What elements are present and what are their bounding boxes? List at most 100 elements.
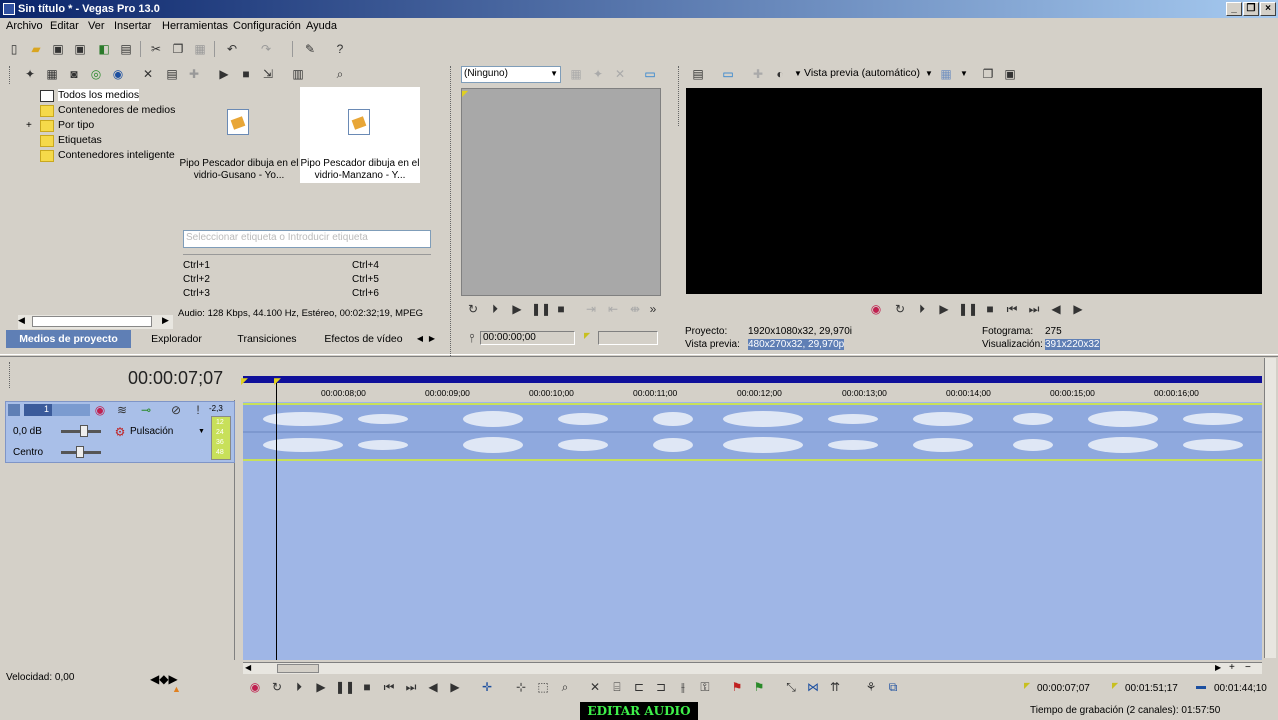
prev-frame-icon[interactable]: ◀ — [425, 679, 441, 695]
tag-input[interactable]: Seleccionar etiqueta o Introducir etique… — [183, 230, 431, 248]
pause-icon[interactable]: ❚❚ — [958, 301, 978, 317]
scroll-right-icon[interactable]: ▶ — [1215, 663, 1221, 672]
scroll-thumb[interactable] — [32, 316, 152, 327]
add-to-timeline-icon[interactable]: ⇥ — [583, 301, 599, 317]
selection-end-time[interactable]: 00:01:51;17 — [1125, 683, 1178, 694]
undo-icon[interactable]: ↶ — [224, 41, 240, 57]
video-preview[interactable] — [686, 88, 1262, 294]
chevron-down-icon[interactable]: ▼ — [960, 69, 968, 78]
pause-icon[interactable]: ❚❚ — [531, 301, 551, 317]
pause-icon[interactable]: ❚❚ — [335, 679, 355, 695]
tree-hscroll[interactable]: ◀ ▶ — [18, 315, 173, 329]
chevron-down-icon[interactable]: ▼ — [794, 69, 802, 78]
stop-icon[interactable]: ■ — [982, 301, 998, 317]
tree-smart-bins[interactable]: Contenedores inteligente — [58, 149, 175, 161]
stop-icon[interactable]: ■ — [359, 679, 375, 695]
normal-edit-tool-icon[interactable]: ✛ — [479, 679, 495, 695]
overlays-icon[interactable]: ▦ — [938, 66, 954, 82]
go-to-start-icon[interactable]: ⏮ — [1004, 301, 1020, 317]
expand-icon[interactable]: + — [26, 120, 32, 131]
cut-icon[interactable]: ✂ — [148, 41, 164, 57]
tab-transitions[interactable]: Transiciones — [222, 330, 312, 348]
collapse-icon[interactable] — [8, 404, 20, 416]
menu-ver[interactable]: Ver — [88, 20, 105, 32]
menu-insertar[interactable]: Insertar — [114, 20, 151, 32]
import-media-icon[interactable]: ▦ — [44, 66, 60, 82]
copy-icon[interactable]: ❐ — [170, 41, 186, 57]
timeline-timecode[interactable]: 00:00:07;07 — [128, 368, 223, 389]
media-properties-icon[interactable]: ▤ — [164, 66, 180, 82]
magic-wand-icon[interactable]: ✦ — [22, 66, 38, 82]
stop-media-icon[interactable]: ■ — [238, 66, 254, 82]
next-frame-icon[interactable]: ▶ — [447, 679, 463, 695]
save-as-icon[interactable]: ▣ — [72, 41, 88, 57]
pan-slider-thumb[interactable] — [76, 446, 84, 458]
mute-icon[interactable]: ⊘ — [168, 402, 184, 418]
brush-icon[interactable]: ✎ — [302, 41, 318, 57]
go-to-end-icon[interactable]: ⏭ — [1026, 301, 1042, 317]
fx-bypass-icon[interactable]: ✚ — [750, 66, 766, 82]
tree-tags[interactable]: Etiquetas — [58, 134, 102, 146]
chevron-down-icon[interactable]: ▼ — [198, 428, 205, 435]
split-screen-icon[interactable]: ◐ — [772, 66, 788, 82]
external-monitor-icon[interactable]: ▭ — [720, 66, 736, 82]
open-folder-icon[interactable]: ▰ — [28, 41, 44, 57]
solo-icon[interactable]: ! — [190, 402, 206, 418]
timeline-vscroll[interactable] — [1264, 358, 1276, 658]
trim-start-icon[interactable]: ⊏ — [631, 679, 647, 695]
trimmer-timecode[interactable]: 00:00:00;00 — [480, 331, 575, 345]
velocity-marker-icon[interactable]: ▲ — [172, 684, 181, 694]
tab-scroll-right-icon[interactable]: ▶ — [426, 330, 438, 348]
views-icon[interactable]: ▥ — [290, 66, 306, 82]
paste-icon[interactable]: ▦ — [192, 41, 208, 57]
media-grip[interactable] — [9, 66, 12, 84]
selection-length-time[interactable]: 00:01:44;10 — [1214, 683, 1267, 694]
play-icon[interactable]: ▶ — [509, 301, 525, 317]
trimmer-monitor-icon[interactable]: ▭ — [642, 66, 658, 82]
fit-icon[interactable]: ⇼ — [627, 301, 643, 317]
automation-icon[interactable]: ⊸ — [138, 402, 154, 418]
search-media-icon[interactable]: ◉ — [110, 66, 126, 82]
tab-explorer[interactable]: Explorador — [134, 330, 219, 348]
remove-icon[interactable]: ✕ — [140, 66, 156, 82]
loop-region-bar[interactable] — [243, 376, 1262, 383]
chevron-down-icon[interactable]: ▼ — [925, 69, 933, 78]
zoom-out-icon[interactable]: − — [1245, 662, 1251, 673]
help-cursor-icon[interactable]: ? — [332, 41, 348, 57]
pan-mode[interactable]: Pulsación — [130, 426, 173, 437]
capture-icon[interactable]: ◙ — [66, 66, 82, 82]
menu-configuracion[interactable]: Configuración — [233, 20, 301, 32]
timeline-grip[interactable] — [9, 362, 12, 388]
preview-properties-icon[interactable]: ▤ — [690, 66, 706, 82]
tab-scroll-left-icon[interactable]: ◀ — [414, 330, 426, 348]
loop-icon[interactable]: ↻ — [892, 301, 908, 317]
go-to-end-icon[interactable]: ⏭ — [403, 679, 419, 695]
redo-icon[interactable]: ↷ — [258, 41, 274, 57]
zoom-tool-icon[interactable]: ⌕ — [557, 679, 573, 695]
menu-archivo[interactable]: Archivo — [6, 20, 43, 32]
trimmer-add-icon[interactable]: ▦ — [568, 66, 584, 82]
autopreview-icon[interactable]: ⇲ — [260, 66, 276, 82]
preview-grip[interactable] — [678, 66, 681, 126]
play-icon[interactable]: ▶ — [313, 679, 329, 695]
stop-icon[interactable]: ■ — [553, 301, 569, 317]
close-button[interactable]: × — [1260, 2, 1276, 16]
record-icon[interactable]: ◉ — [247, 679, 263, 695]
ignore-grouping-icon[interactable]: ⧉ — [885, 679, 901, 695]
play-from-start-icon[interactable]: ⏵ — [291, 679, 307, 695]
lock-envelopes-icon[interactable]: ⚘ — [863, 679, 879, 695]
trimmer-pin-icon[interactable]: ✦ — [590, 66, 606, 82]
menu-ayuda[interactable]: Ayuda — [306, 20, 337, 32]
loop-icon[interactable]: ↻ — [465, 301, 481, 317]
track-name-field[interactable] — [52, 404, 90, 416]
selection-tool-icon[interactable]: ⬚ — [535, 679, 551, 695]
snapping-icon[interactable]: ⤡ — [783, 679, 799, 695]
marker-insert-icon[interactable]: ⚑ — [729, 679, 745, 695]
scroll-right-icon[interactable]: ▶ — [162, 315, 169, 326]
play-icon[interactable]: ▶ — [936, 301, 952, 317]
trimmer-length[interactable] — [598, 331, 658, 345]
insert-icon[interactable]: ⇤ — [605, 301, 621, 317]
copy-snapshot-icon[interactable]: ❐ — [980, 66, 996, 82]
play-media-icon[interactable]: ▶ — [216, 66, 232, 82]
tree-by-type[interactable]: Por tipo — [58, 119, 94, 131]
